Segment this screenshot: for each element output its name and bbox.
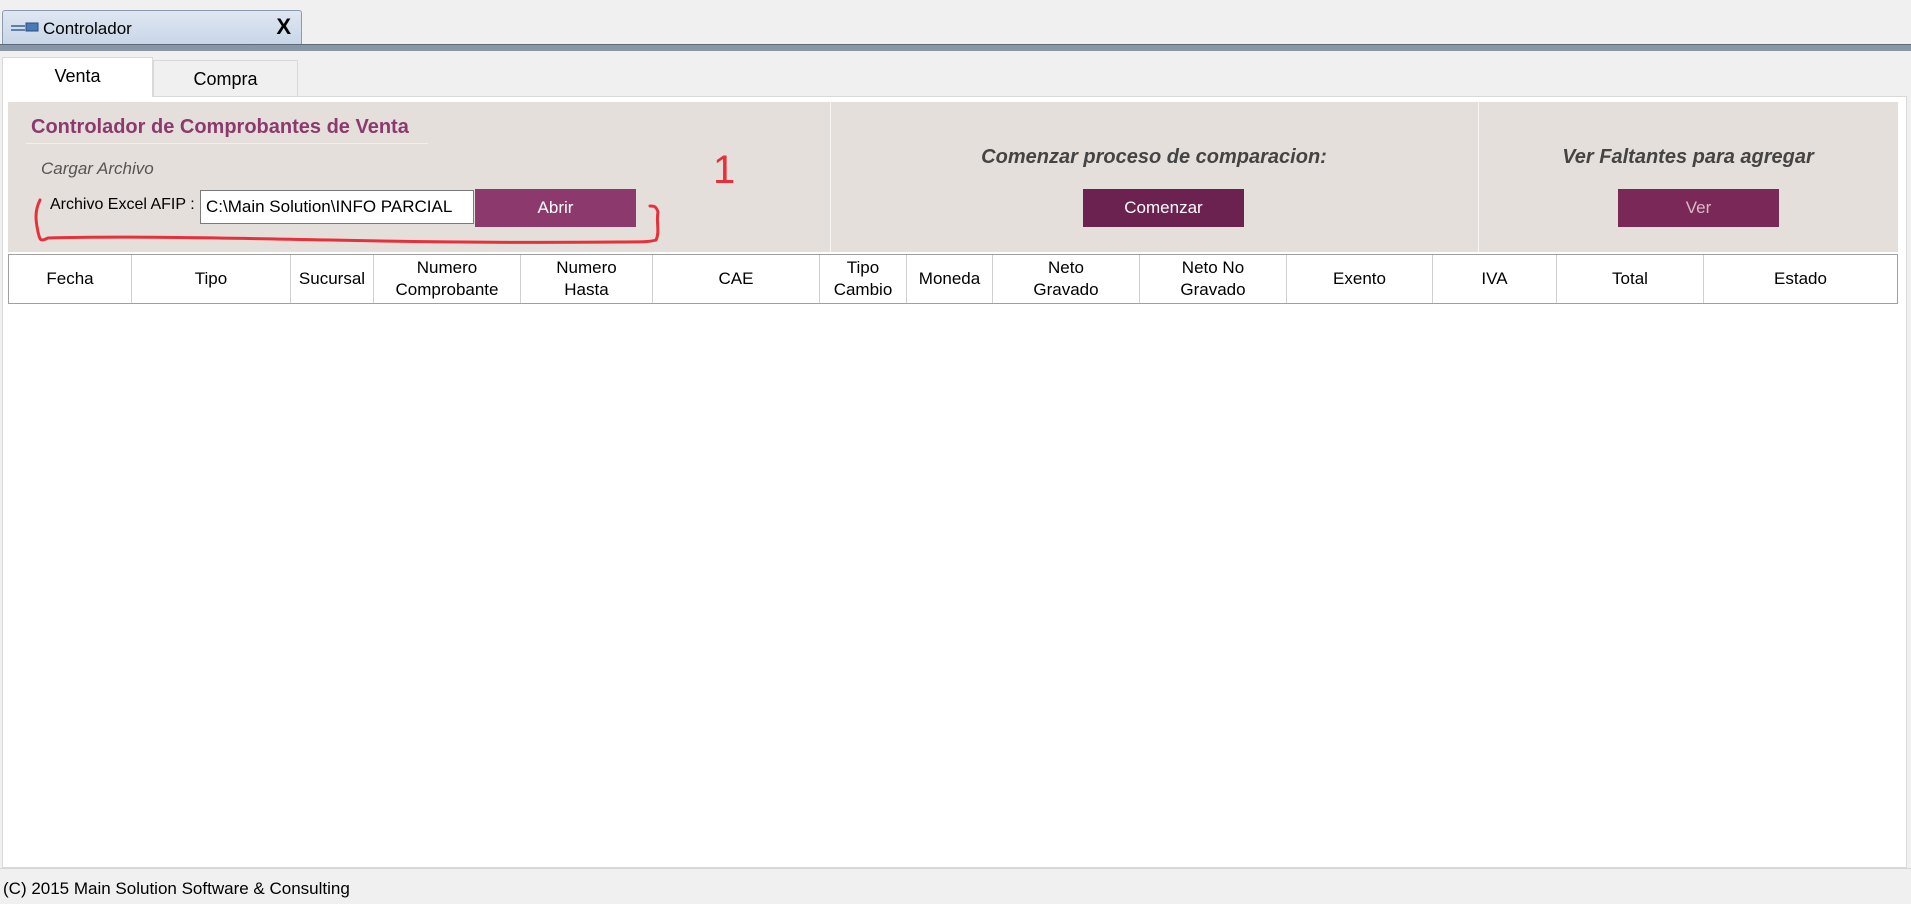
tab-compra[interactable]: Compra: [153, 60, 298, 97]
start-button[interactable]: Comenzar: [1083, 189, 1244, 227]
column-header[interactable]: Fecha: [9, 255, 132, 303]
tab-venta[interactable]: Venta: [2, 57, 153, 97]
afip-file-label: Archivo Excel AFIP :: [50, 196, 195, 213]
close-icon[interactable]: X: [276, 16, 291, 38]
column-header[interactable]: Total: [1557, 255, 1704, 303]
load-file-subtitle: Cargar Archivo: [41, 159, 154, 178]
copyright-text: (C) 2015 Main Solution Software & Consul…: [3, 879, 350, 898]
open-button[interactable]: Abrir: [475, 189, 636, 227]
column-header[interactable]: Estado: [1704, 255, 1897, 303]
panel-divider: [1478, 102, 1479, 252]
controls-panel: Controlador de Comprobantes de Venta Car…: [8, 102, 1898, 252]
column-header[interactable]: Sucursal: [291, 255, 374, 303]
column-header[interactable]: CAE: [653, 255, 820, 303]
document-tab-title: Controlador: [43, 19, 132, 38]
document-tab-strip: Controlador X: [0, 0, 1911, 51]
column-header[interactable]: Moneda: [907, 255, 993, 303]
annotation-number: 1: [713, 148, 736, 192]
section-title: Controlador de Comprobantes de Venta: [31, 116, 409, 138]
tab-strip-divider: [0, 44, 1911, 51]
status-bar: (C) 2015 Main Solution Software & Consul…: [0, 868, 1911, 904]
document-tab-controlador[interactable]: Controlador X: [2, 10, 302, 44]
column-header[interactable]: Neto No Gravado: [1140, 255, 1287, 303]
form-icon: [11, 22, 39, 32]
column-header[interactable]: Exento: [1287, 255, 1433, 303]
afip-file-path-input[interactable]: [200, 190, 474, 224]
column-header[interactable]: Tipo Cambio: [820, 255, 907, 303]
column-header[interactable]: Numero Comprobante: [374, 255, 521, 303]
compare-process-title: Comenzar proceso de comparacion:: [981, 146, 1327, 168]
column-header[interactable]: IVA: [1433, 255, 1557, 303]
title-underline: [26, 143, 428, 144]
data-grid-header: Fecha Tipo Sucursal Numero Comprobante N…: [8, 254, 1898, 304]
missing-title: Ver Faltantes para agregar: [1562, 146, 1814, 168]
column-header[interactable]: Numero Hasta: [521, 255, 653, 303]
view-missing-button[interactable]: Ver: [1618, 189, 1779, 227]
column-header[interactable]: Tipo: [132, 255, 291, 303]
column-header[interactable]: Neto Gravado: [993, 255, 1140, 303]
panel-divider: [830, 102, 831, 252]
